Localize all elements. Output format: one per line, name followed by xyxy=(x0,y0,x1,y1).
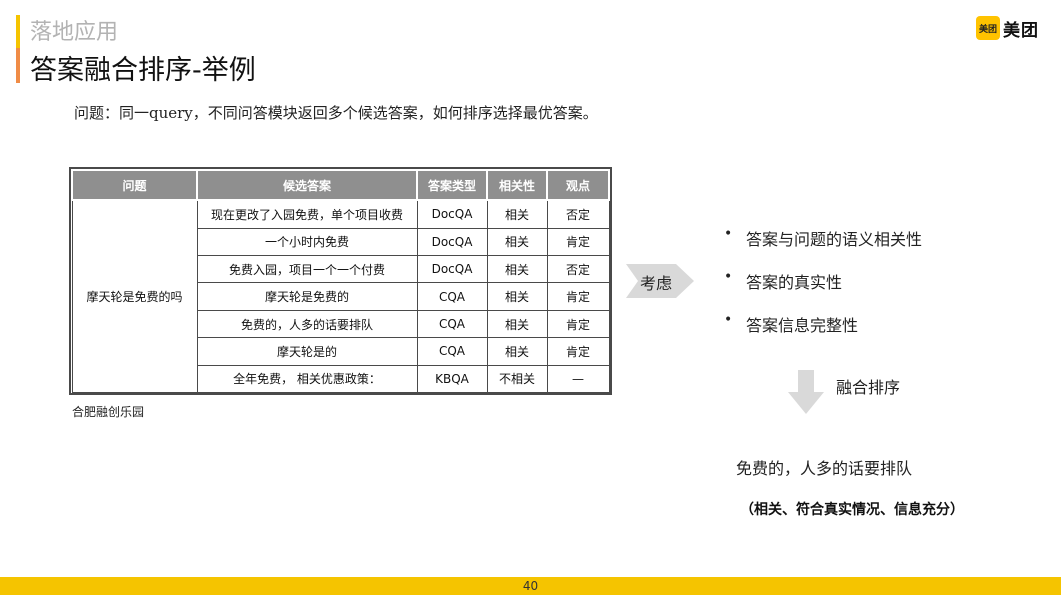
table-row: 摩天轮是免费的吗 现在更改了入园免费，单个项目收费 DocQA 相关 否定 xyxy=(71,199,610,393)
table-cell-answer: 一个小时内免费 xyxy=(196,227,418,257)
meituan-logo-icon: 美团 xyxy=(976,16,1000,40)
table-header-row: 问题 候选答案 答案类型 相关性 观点 xyxy=(71,169,610,201)
table-cell-relevance: 相关 xyxy=(486,199,548,229)
meituan-logo: 美团 美团 xyxy=(976,16,1039,41)
table-cell-relevance: 相关 xyxy=(486,309,548,339)
table-cell-answer: 现在更改了入园免费，单个项目收费 xyxy=(196,199,418,229)
table-cell-type: DocQA xyxy=(416,255,488,284)
final-reason: （相关、符合真实情况、信息充分） xyxy=(740,502,964,518)
table-caption: 合肥融创乐园 xyxy=(72,405,145,419)
table-cell-view: 否定 xyxy=(546,255,610,284)
question-cell: 摩天轮是免费的吗 xyxy=(71,199,198,393)
page-title: 答案融合排序-举例 xyxy=(30,55,256,86)
title-accent-bar xyxy=(16,48,20,83)
table-cell-relevance: 相关 xyxy=(486,255,548,284)
table-header-cell: 观点 xyxy=(546,169,610,201)
factor-text: 答案与问题的语义相关性 xyxy=(746,230,923,249)
list-item: • 答案与问题的语义相关性 xyxy=(724,226,923,249)
table-cell-answer: 免费的，人多的话要排队 xyxy=(196,309,418,339)
meituan-logo-text: 美团 xyxy=(1003,20,1039,41)
factor-text: 答案信息完整性 xyxy=(746,316,859,335)
table-cell-answer: 摩天轮是的 xyxy=(196,337,418,366)
table-cell-type: KBQA xyxy=(416,364,488,394)
table-cell-answer: 全年免费， 相关优惠政策： xyxy=(196,364,418,394)
table-cell-relevance: 相关 xyxy=(486,337,548,366)
question-text: 问题：同一query，不同问答模块返回多个候选答案，如何排序选择最优答案。 xyxy=(74,104,598,122)
page-number: 40 xyxy=(522,579,539,593)
merge-arrow-icon xyxy=(788,370,824,414)
consider-label: 考虑 xyxy=(640,274,673,293)
table-cell-relevance: 相关 xyxy=(486,282,548,311)
table-cell-view: 肯定 xyxy=(546,309,610,339)
table-cell-view: 肯定 xyxy=(546,282,610,311)
factor-list: • 答案与问题的语义相关性 • 答案的真实性 • 答案信息完整性 xyxy=(724,226,922,355)
candidate-answer-table: 问题 候选答案 答案类型 相关性 观点 摩天轮是免费的吗 现在更改了入园免费，单个… xyxy=(69,167,612,395)
final-answer: 免费的，人多的话要排队 xyxy=(736,459,913,478)
table-cell-type: CQA xyxy=(416,282,488,311)
list-item: • 答案信息完整性 xyxy=(724,312,859,335)
table-cell-view: 肯定 xyxy=(546,227,610,257)
table-cell-relevance: 相关 xyxy=(486,227,548,257)
table-cell-answer: 摩天轮是免费的 xyxy=(196,282,418,311)
table-cell-view: — xyxy=(546,364,610,394)
factor-text: 答案的真实性 xyxy=(746,273,843,292)
table-cell-answer: 免费入园，项目一个一个付费 xyxy=(196,255,418,284)
table-header-cell: 问题 xyxy=(71,169,198,201)
merge-label: 融合排序 xyxy=(836,378,901,397)
table-cell-type: DocQA xyxy=(416,199,488,229)
table-cell-view: 否定 xyxy=(546,199,610,229)
section-accent-bar xyxy=(16,15,20,48)
section-label: 落地应用 xyxy=(30,20,119,45)
table-cell-relevance: 不相关 xyxy=(486,364,548,394)
table-cell-type: CQA xyxy=(416,309,488,339)
table-cell-type: DocQA xyxy=(416,227,488,257)
list-item: • 答案的真实性 xyxy=(724,269,843,292)
table-header-cell: 候选答案 xyxy=(196,169,418,201)
table-header-cell: 答案类型 xyxy=(416,169,488,201)
table-cell-type: CQA xyxy=(416,337,488,366)
table-cell-view: 肯定 xyxy=(546,337,610,366)
table-header-cell: 相关性 xyxy=(486,169,548,201)
